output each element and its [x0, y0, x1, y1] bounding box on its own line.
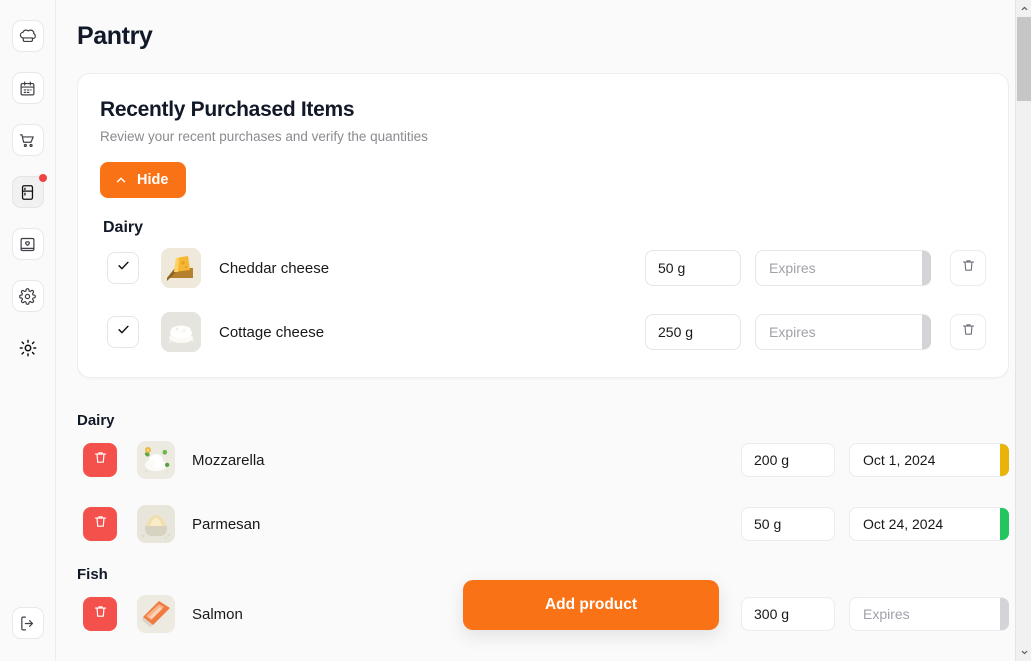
expires-input[interactable]: Expires	[849, 597, 1009, 631]
row-checkbox[interactable]	[107, 252, 139, 284]
status-indicator	[1000, 444, 1009, 476]
notification-badge	[38, 174, 47, 182]
logout-icon	[19, 615, 36, 632]
sidebar	[0, 0, 56, 661]
sun-icon	[19, 339, 37, 357]
chevron-up-icon	[114, 173, 128, 187]
delete-item-button[interactable]	[83, 507, 117, 541]
shopping-cart-icon	[19, 132, 36, 149]
vertical-scrollbar[interactable]	[1015, 0, 1031, 661]
scroll-viewport: Pantry Recently Purchased Items Review y…	[77, 22, 1009, 640]
cheddar-cheese-image	[161, 248, 201, 288]
logout-button[interactable]	[11, 607, 44, 639]
calendar-icon	[19, 80, 36, 97]
sidebar-item-cookbook[interactable]	[11, 228, 44, 260]
trash-icon	[93, 450, 108, 470]
row-checkbox[interactable]	[107, 316, 139, 348]
scroll-down-button[interactable]	[1016, 644, 1031, 661]
mozzarella-image	[137, 441, 175, 479]
status-indicator	[922, 251, 931, 285]
expires-field-wrapper: Expires	[755, 314, 931, 350]
delete-item-button[interactable]	[83, 597, 117, 631]
quantity-input[interactable]: 300 g	[741, 597, 835, 631]
delete-row-button[interactable]	[950, 250, 986, 286]
sidebar-item-settings[interactable]	[11, 280, 44, 312]
quantity-input[interactable]: 200 g	[741, 443, 835, 477]
page-title: Pantry	[77, 22, 153, 50]
sidebar-item-meal-plan[interactable]	[11, 72, 44, 104]
check-icon	[116, 322, 131, 342]
gear-icon	[19, 287, 36, 305]
scroll-up-button[interactable]	[1016, 0, 1031, 17]
quantity-input[interactable]: 50 g	[741, 507, 835, 541]
quantity-input[interactable]: 50 g	[645, 250, 741, 286]
product-name: Parmesan	[192, 515, 261, 533]
status-indicator	[922, 315, 931, 349]
product-name: Cottage cheese	[219, 323, 325, 341]
main-content: Pantry Recently Purchased Items Review y…	[56, 0, 1031, 661]
expires-input[interactable]: Oct 1, 2024	[849, 443, 1009, 477]
product-name: Mozzarella	[192, 451, 265, 469]
sidebar-item-theme-toggle[interactable]	[12, 332, 44, 364]
scrollbar-thumb[interactable]	[1017, 17, 1031, 101]
sidebar-item-pantry[interactable]	[11, 174, 47, 208]
table-row: Cheddar cheese 50 g Expires	[100, 245, 986, 291]
list-item: Mozzarella 200 g Oct 1, 2024	[77, 438, 1009, 482]
sidebar-item-shopping-list[interactable]	[11, 124, 44, 156]
status-indicator	[1000, 508, 1009, 540]
check-icon	[116, 258, 131, 278]
hide-button[interactable]: Hide	[100, 162, 187, 198]
trash-icon	[961, 258, 976, 278]
list-item: Parmesan 50 g Oct 24, 2024	[77, 502, 1009, 546]
cottage-cheese-image	[161, 312, 201, 352]
cookbook-icon	[19, 236, 36, 253]
card-title: Recently Purchased Items	[100, 98, 355, 121]
chef-hat-icon	[19, 28, 36, 45]
expires-input[interactable]: Expires	[755, 250, 931, 286]
product-name: Cheddar cheese	[219, 259, 330, 277]
expires-input[interactable]: Oct 24, 2024	[849, 507, 1009, 541]
card-subtitle: Review your recent purchases and verify …	[100, 129, 428, 144]
parmesan-image	[137, 505, 175, 543]
trash-icon	[93, 514, 108, 534]
expires-field-wrapper: Oct 24, 2024	[849, 507, 1009, 541]
trash-icon	[961, 322, 976, 342]
expires-field-wrapper: Expires	[755, 250, 931, 286]
delete-item-button[interactable]	[83, 443, 117, 477]
sidebar-item-recipes[interactable]	[11, 20, 44, 52]
expires-input[interactable]: Expires	[755, 314, 931, 350]
list-group-label-dairy: Dairy	[77, 412, 115, 429]
delete-row-button[interactable]	[950, 314, 986, 350]
trash-icon	[93, 604, 108, 624]
status-indicator	[1000, 598, 1009, 630]
table-row: Cottage cheese 250 g Expires	[100, 309, 986, 355]
fridge-icon	[19, 184, 36, 201]
hide-button-label: Hide	[137, 172, 169, 188]
app-root: Pantry Recently Purchased Items Review y…	[0, 0, 1031, 661]
recently-purchased-card: Recently Purchased Items Review your rec…	[77, 73, 1009, 378]
salmon-image	[137, 595, 175, 633]
add-product-button[interactable]: Add product	[463, 580, 719, 630]
expires-field-wrapper: Expires	[849, 597, 1009, 631]
quantity-input[interactable]: 250 g	[645, 314, 741, 350]
card-group-label: Dairy	[103, 219, 144, 236]
expires-field-wrapper: Oct 1, 2024	[849, 443, 1009, 477]
